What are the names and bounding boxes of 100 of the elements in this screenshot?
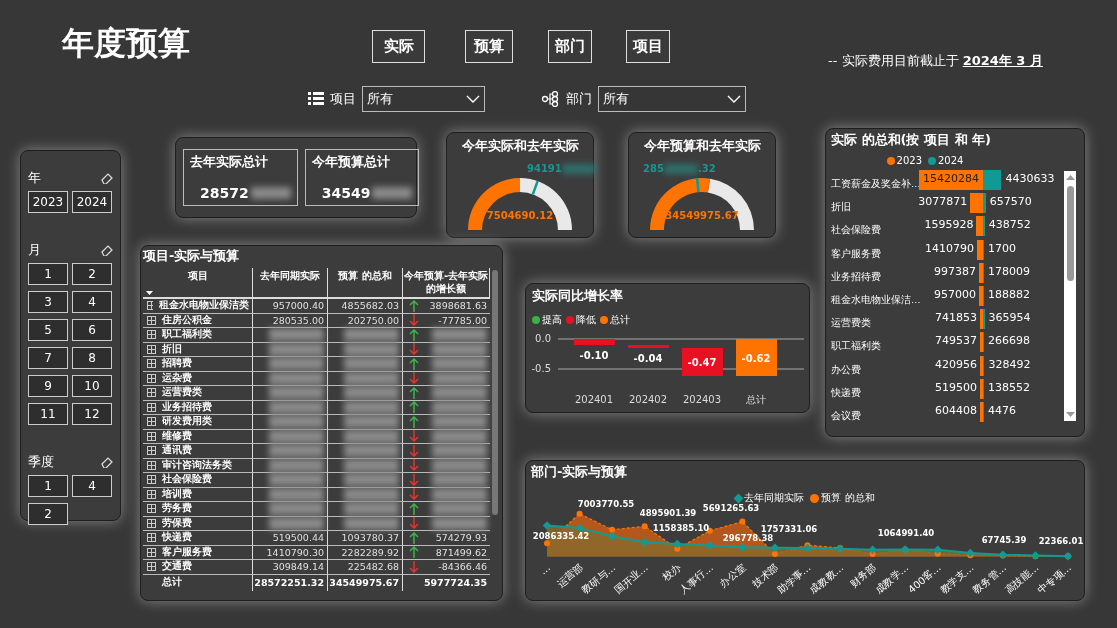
data-label: 957000 [934, 287, 976, 301]
column-header[interactable]: 预算 的总和 [328, 268, 403, 299]
slicer-option[interactable]: 4 [72, 291, 112, 313]
dropdown-value: 所有 [603, 90, 629, 108]
data-label: 1700 [988, 241, 1016, 255]
slicer-option[interactable]: 1 [28, 263, 68, 285]
table-cell: 社会保险费 [162, 473, 212, 487]
kpi-value: 28572 [200, 185, 249, 201]
slicer-option[interactable]: 11 [28, 403, 68, 425]
data-point [641, 523, 648, 530]
data-label: 1595928 [924, 218, 974, 232]
category-label: 快递费 [831, 386, 861, 400]
data-point [933, 545, 942, 555]
up-arrow-icon [1066, 174, 1075, 180]
table-cell: -84366.46 [438, 561, 487, 573]
data-point [770, 543, 780, 552]
filter-label: 部门 [566, 90, 592, 108]
data-label: 138552 [988, 380, 1030, 394]
category-label: 社会保险费 [831, 224, 881, 238]
nav-button[interactable]: 预算 [465, 30, 513, 63]
table-cell: 2282289.92 [328, 545, 403, 560]
expand-icon [147, 301, 153, 311]
data-label: 296778.38 [722, 533, 774, 543]
category-label: 工资薪金及奖金补… [831, 178, 921, 191]
table-cell: 总计 [143, 574, 253, 591]
category-label: 总计 [746, 394, 766, 405]
table-cell: 871499.62 [435, 546, 487, 558]
data-point [738, 543, 747, 552]
category-label: 办公室 [717, 561, 748, 590]
slicer-option[interactable]: 9 [28, 375, 68, 397]
data-point [868, 545, 877, 555]
column-header[interactable]: 去年同期实际 [253, 268, 328, 299]
slicer-title: 年 [28, 169, 41, 187]
scroll-thumb[interactable] [1067, 186, 1074, 281]
blurred-area [663, 163, 698, 174]
slicer-title: 季度 [28, 453, 54, 471]
chart-title: 今年实际和去年实际 [461, 137, 579, 155]
data-label: 15420284 [923, 172, 979, 185]
table-cell: 折旧 [162, 342, 182, 356]
table-cell: 快递费 [162, 531, 192, 545]
nav-button[interactable]: 项目 [626, 30, 670, 63]
eraser-icon [101, 244, 113, 256]
kpi-title: 去年实际总计 [190, 153, 269, 171]
slicer-option[interactable]: 5 [28, 319, 68, 341]
blurred-area [561, 163, 596, 174]
data-label: 4895901.39 [639, 508, 697, 518]
data-label: 67745.39 [981, 535, 1027, 545]
table-cell: 劳务费 [162, 502, 192, 516]
slicer-option[interactable]: 10 [72, 375, 112, 397]
data-point [607, 531, 617, 541]
eraser-icon [101, 172, 113, 184]
nav-button[interactable]: 部门 [548, 30, 592, 63]
chart-title: 实际同比增长率 [532, 287, 624, 305]
axis-tick-label: -0.5 [531, 363, 551, 374]
data-point [640, 538, 649, 547]
dropdown[interactable]: 所有 [598, 86, 746, 112]
table-cell: 运营费类 [162, 386, 202, 400]
slicer-option[interactable]: 2 [72, 263, 112, 285]
table-cell: 957000.40 [253, 299, 328, 314]
data-label: -0.10 [579, 350, 609, 361]
slicer-option[interactable]: 6 [72, 319, 112, 341]
scrollbar[interactable] [1064, 171, 1076, 421]
slicer-option[interactable]: 1 [28, 475, 68, 497]
data-point [966, 548, 975, 558]
table-cell: 审计咨询法务类 [162, 458, 232, 472]
legend-label: 预算 的总和 [821, 491, 875, 505]
expand-icon [147, 402, 156, 412]
table-cell: -77785.00 [438, 314, 487, 326]
dropdown[interactable]: 所有 [362, 86, 485, 112]
slicer-option[interactable]: 3 [28, 291, 68, 313]
slicer-option[interactable]: 2024 [72, 191, 112, 213]
table-cell: 劳保费 [162, 516, 192, 530]
data-label: -0.04 [633, 353, 663, 364]
table-cell: 1410790.30 [253, 545, 328, 560]
column-header[interactable]: 项目 [143, 268, 253, 299]
slicer-option[interactable]: 4 [72, 475, 112, 497]
slicer-option[interactable]: 8 [72, 347, 112, 369]
list-icon [308, 92, 324, 106]
table-cell: 1093780.37 [328, 531, 403, 546]
data-point [542, 521, 552, 530]
expand-icon [147, 315, 156, 325]
table-cell: 28572251.32 [253, 574, 328, 591]
slicer-option[interactable]: 7 [28, 347, 68, 369]
data-label: 657570 [989, 195, 1032, 209]
hierarchy-icon [541, 91, 560, 107]
target-value: 94191 [527, 163, 562, 174]
dropdown-value: 所有 [367, 90, 393, 108]
scrollbar[interactable] [492, 270, 498, 515]
slicer-option[interactable]: 2023 [28, 191, 68, 213]
slicer-option[interactable]: 2 [28, 503, 68, 525]
nav-button[interactable]: 实际 [372, 30, 425, 63]
expand-icon [147, 373, 156, 383]
data-point [1031, 551, 1040, 560]
legend-label: 总计 [610, 313, 630, 327]
slicer-option[interactable]: 12 [72, 403, 112, 425]
kpi-title: 今年预算总计 [311, 153, 391, 171]
legend-label: 2023 [896, 155, 922, 166]
expand-icon [147, 344, 156, 354]
column-header-label: 项目 [187, 270, 208, 281]
table-cell-text: 5977724.35 [422, 576, 488, 590]
